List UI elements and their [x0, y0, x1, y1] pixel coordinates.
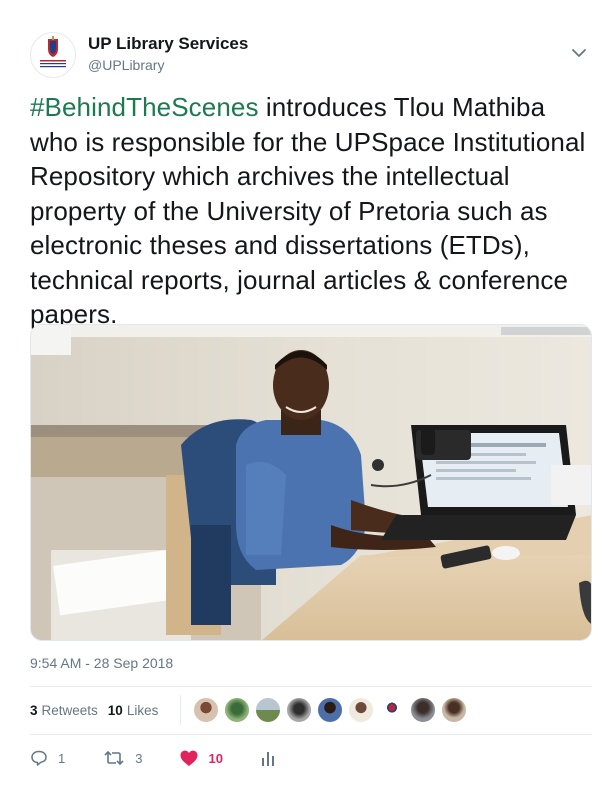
reply-button[interactable]: 1 [30, 749, 65, 767]
likes-stat[interactable]: 10 Likes [108, 703, 159, 718]
reply-icon [31, 750, 47, 766]
liker-avatar[interactable] [317, 697, 344, 723]
chevron-down-icon[interactable] [570, 44, 588, 62]
liker-avatar[interactable] [193, 697, 220, 723]
tweet-header: UP Library Services @UPLibrary [30, 30, 598, 80]
liker-avatar[interactable] [379, 697, 406, 723]
divider [30, 734, 592, 735]
liker-avatar[interactable] [348, 697, 375, 723]
likes-label: Likes [126, 702, 159, 718]
liker-avatar[interactable] [255, 697, 282, 723]
retweets-stat[interactable]: 3 Retweets [30, 703, 98, 718]
reply-count: 1 [58, 750, 66, 766]
tweet-text: #BehindTheScenes introduces Tlou Mathiba… [30, 90, 595, 332]
analytics-icon [261, 752, 274, 766]
tweet-timestamp[interactable]: 9:54 AM - 28 Sep 2018 [30, 655, 173, 671]
tweet-photo[interactable] [30, 324, 592, 641]
liker-avatar[interactable] [224, 697, 251, 723]
office-photo [31, 325, 591, 640]
liker-avatar[interactable] [286, 697, 313, 723]
tweet-actions: 1 3 10 [30, 744, 430, 772]
display-name[interactable]: UP Library Services [88, 34, 248, 54]
tweet-stats: 3 Retweets 10 Likes [30, 694, 592, 726]
retweet-icon [104, 750, 124, 766]
like-count: 10 [208, 750, 223, 766]
liker-avatar[interactable] [441, 697, 468, 723]
retweet-count: 3 [135, 750, 143, 766]
retweet-button[interactable]: 3 [103, 749, 142, 767]
heart-icon [180, 750, 198, 766]
university-crest-icon [40, 36, 66, 68]
analytics-button[interactable] [261, 750, 285, 766]
retweets-label: Retweets [41, 702, 98, 718]
divider [30, 686, 592, 687]
avatar[interactable] [30, 32, 76, 78]
hashtag-link[interactable]: #BehindTheScenes [30, 92, 259, 122]
retweets-count: 3 [30, 702, 38, 718]
tweet-body: introduces Tlou Mathiba who is responsib… [30, 92, 586, 329]
likers-avatars [180, 695, 472, 725]
like-button[interactable]: 10 [180, 750, 223, 767]
likes-count: 10 [107, 702, 123, 718]
account-handle[interactable]: @UPLibrary [88, 57, 164, 73]
liker-avatar[interactable] [410, 697, 437, 723]
